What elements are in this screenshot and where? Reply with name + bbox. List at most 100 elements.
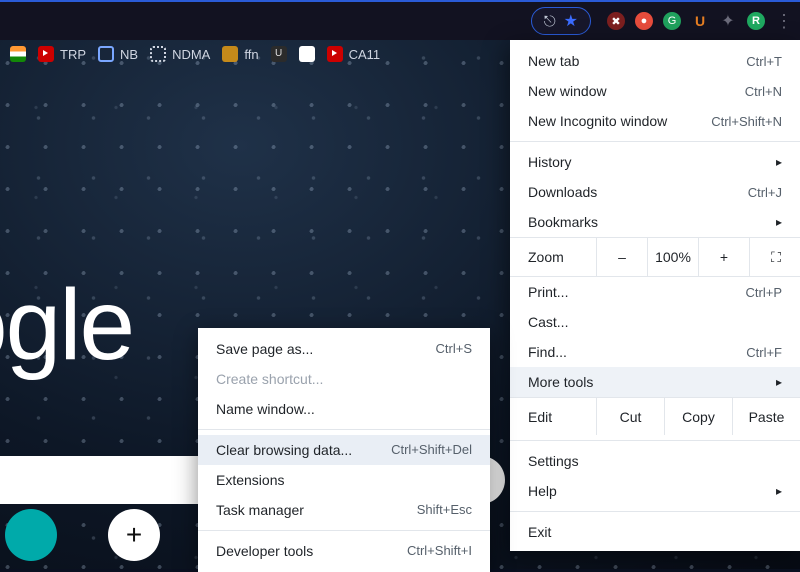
paste-button[interactable]: Paste [732,398,800,435]
menu-item-shortcut: Ctrl+T [746,54,782,69]
menu-item[interactable]: New tabCtrl+T [510,46,800,76]
cut-button[interactable]: Cut [596,398,664,435]
submenu-item-label: Clear browsing data... [216,442,352,458]
bookmark-favicon [38,46,54,62]
menu-item-label: Help [528,483,557,499]
chrome-menu-button[interactable]: ⋮ [775,11,792,32]
menu-item[interactable]: New Incognito window Ctrl+Shift+N [510,106,800,136]
bookmark-item[interactable]: CA11 [327,46,381,62]
menu-item[interactable]: Bookmarks ▸ [510,207,800,237]
extension-icon-2[interactable]: ● [635,12,653,30]
bookmark-item[interactable]: NDMA [150,46,210,62]
menu-item-label: Bookmarks [528,214,598,230]
bookmark-item[interactable]: U [271,46,287,62]
menu-item[interactable]: Settings [510,446,800,476]
menu-item-label: Exit [528,524,551,540]
omnibox-actions: ⎋ ★ [531,7,591,35]
zoom-value: 100% [647,238,698,276]
bookmark-item[interactable]: TRP [38,46,86,62]
submenu-chevron-icon: ▸ [776,215,782,229]
menu-item[interactable]: More tools ▸ [510,367,800,397]
submenu-item[interactable]: Clear browsing data... Ctrl+Shift+Del [198,435,490,465]
extension-icon-3[interactable]: G [663,12,681,30]
bookmark-favicon [98,46,114,62]
bookmark-label: NB [120,47,138,62]
menu-item[interactable]: New window Ctrl+N [510,76,800,106]
extension-icon-1[interactable]: ✖ [607,12,625,30]
submenu-item-shortcut: Ctrl+Shift+I [407,543,472,559]
menu-item-label: Find... [528,344,567,360]
copy-button[interactable]: Copy [664,398,732,435]
menu-item[interactable]: Find... Ctrl+F [510,337,800,367]
submenu-item[interactable]: Developer tools Ctrl+Shift+I [198,536,490,566]
chrome-main-menu: New tabCtrl+T New window Ctrl+N New Incogni… [510,40,800,551]
zoom-row: Zoom–100%+⛶ [510,237,800,277]
menu-item-label: New Incognito window [528,113,667,129]
menu-item[interactable]: Print... Ctrl+P [510,277,800,307]
submenu-item[interactable]: Save page as... Ctrl+S [198,334,490,364]
menu-item-label: Downloads [528,184,597,200]
submenu-item[interactable]: Name window... [198,394,490,424]
menu-item-shortcut: Ctrl+Shift+N [711,114,782,129]
submenu-item-label: Developer tools [216,543,313,559]
add-shortcut-button[interactable]: + [108,509,160,561]
edit-row: EditCutCopyPaste [510,397,800,435]
menu-item-shortcut: Ctrl+P [746,285,782,300]
submenu-item-shortcut: Ctrl+S [436,341,472,357]
menu-item-label: History [528,154,572,170]
submenu-chevron-icon: ▸ [776,484,782,498]
menu-separator [510,141,800,142]
submenu-item-shortcut: Shift+Esc [417,502,472,518]
submenu-chevron-icon: ▸ [776,375,782,389]
submenu-item: Create shortcut... [198,364,490,394]
submenu-chevron-icon: ▸ [776,155,782,169]
edit-label: Edit [510,398,596,435]
menu-item-label: Settings [528,453,579,469]
submenu-item-label: Extensions [216,472,284,488]
menu-item[interactable]: Help ▸ [510,476,800,506]
bookmark-favicon [222,46,238,62]
submenu-item-label: Name window... [216,401,315,417]
menu-separator [510,511,800,512]
bookmark-item[interactable]: ffn [222,46,258,62]
menu-item[interactable]: History ▸ [510,147,800,177]
bookmark-item[interactable]: NB [98,46,138,62]
menu-item-label: More tools [528,374,593,390]
bookmark-favicon: U [271,46,287,62]
bookmark-favicon [299,46,315,62]
submenu-item-label: Save page as... [216,341,313,357]
bookmark-label: ffn [244,47,258,62]
fullscreen-button[interactable]: ⛶ [749,238,800,276]
bookmark-item[interactable] [10,46,26,62]
bookmark-star-icon[interactable]: ★ [564,11,578,31]
extensions-puzzle-icon[interactable]: ✦ [719,12,737,30]
menu-item-label: Print... [528,284,568,300]
menu-item[interactable]: Exit [510,517,800,547]
bookmark-label: NDMA [172,47,210,62]
extension-icon-4[interactable]: U [691,12,709,30]
menu-separator [510,440,800,441]
submenu-item-shortcut: Ctrl+Shift+Del [391,442,472,458]
bookmark-label: CA11 [349,47,381,62]
menu-item[interactable]: DownloadsCtrl+J [510,177,800,207]
menu-separator [198,530,490,531]
submenu-item[interactable]: Extensions [198,465,490,495]
bookmark-favicon [150,46,166,62]
browser-toolbar: ⎋ ★ ✖ ● G U ✦ R ⋮ [0,0,800,40]
google-logo-partial: ogle [0,268,133,383]
bookmark-favicon [10,46,26,62]
share-icon[interactable]: ⎋ [544,13,556,30]
menu-item-shortcut: Ctrl+N [745,84,782,99]
menu-item[interactable]: Cast... [510,307,800,337]
zoom-in-button[interactable]: + [698,238,749,276]
submenu-item[interactable]: Task managerShift+Esc [198,495,490,525]
zoom-label: Zoom [510,249,596,265]
profile-avatar[interactable]: R [747,12,765,30]
zoom-out-button[interactable]: – [596,238,647,276]
shortcut-tile-1[interactable] [5,509,57,561]
menu-item-shortcut: Ctrl+F [746,345,782,360]
menu-item-label: New window [528,83,607,99]
menu-item-label: Cast... [528,314,568,330]
bookmark-item[interactable] [299,46,315,62]
bookmark-favicon [327,46,343,62]
